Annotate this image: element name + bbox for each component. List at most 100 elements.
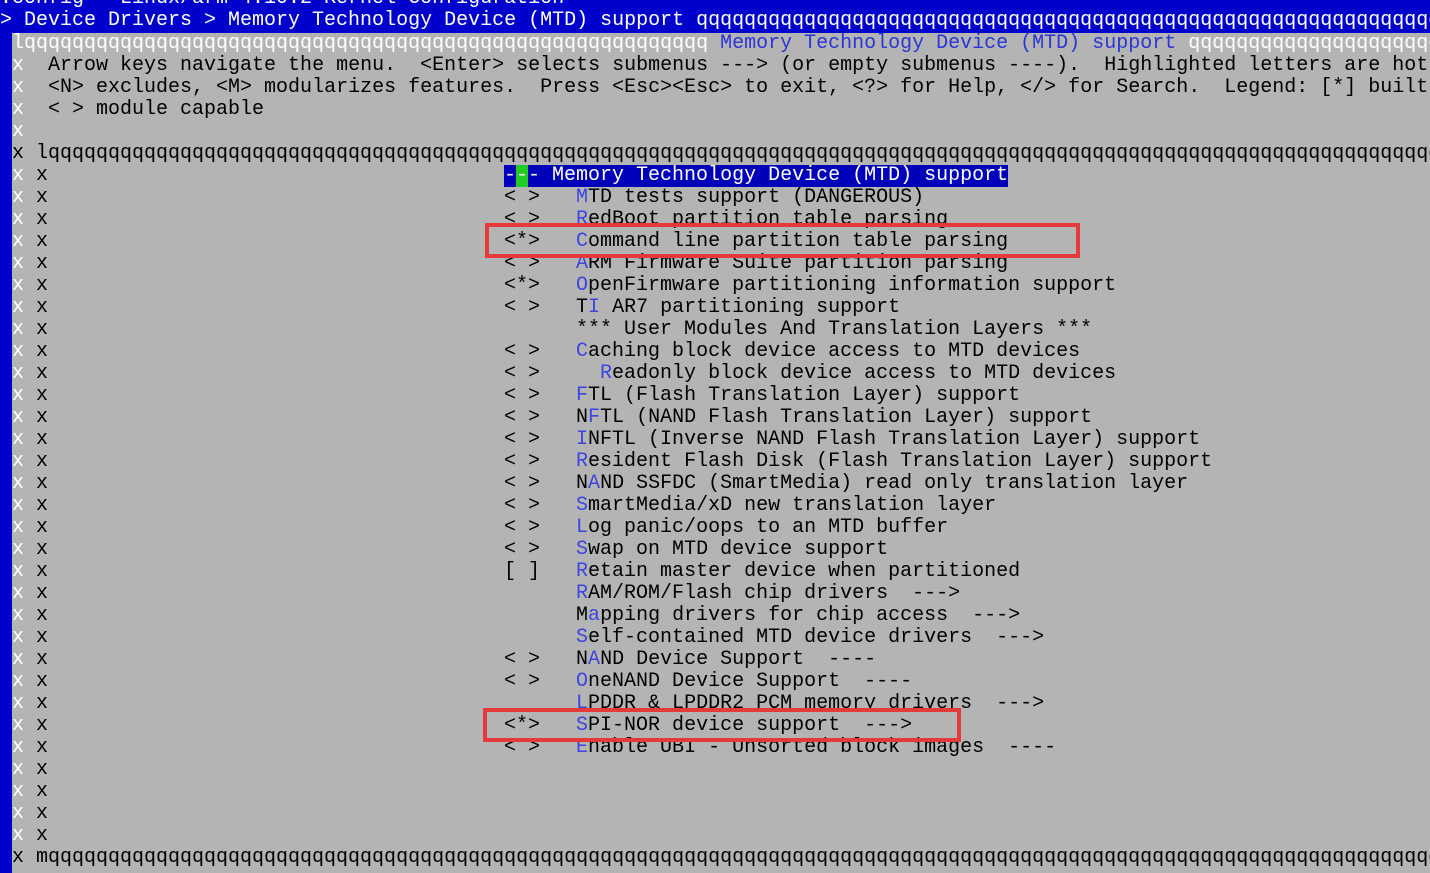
option-state[interactable] bbox=[504, 583, 552, 605]
hotkey-letter: S bbox=[576, 627, 589, 649]
menu-item[interactable]: < > Readonly block device access to MTD … bbox=[504, 363, 1116, 385]
menu-row: x x *** User Modules And Translation Lay… bbox=[12, 319, 1430, 341]
option-state[interactable]: < > bbox=[504, 385, 552, 407]
option-state[interactable]: < > bbox=[504, 341, 552, 363]
menu-item[interactable]: < > OneNAND Device Support ---- bbox=[504, 671, 912, 693]
option-state[interactable]: <*> bbox=[504, 275, 552, 297]
help-text: < > module capable bbox=[24, 99, 265, 121]
menu-item[interactable]: Mapping drivers for chip access ---> bbox=[504, 605, 1020, 627]
item-label: esident Flash Disk (Flash Translation La… bbox=[588, 451, 1213, 473]
header-label: - Memory Technology Device (MTD) support bbox=[528, 165, 1009, 187]
dialog-side-border: x bbox=[12, 231, 25, 253]
hotkey-letter: R bbox=[600, 363, 613, 385]
item-label: aching block device access to MTD device… bbox=[588, 341, 1081, 363]
option-state[interactable] bbox=[504, 605, 552, 627]
menu-row: x x < > FTL (Flash Translation Layer) sup… bbox=[12, 385, 1430, 407]
menu-side-border: x bbox=[36, 297, 49, 319]
option-state[interactable]: < > bbox=[504, 187, 552, 209]
dialog-side-border: x bbox=[12, 759, 25, 781]
menu-item[interactable]: < > FTL (Flash Translation Layer) suppor… bbox=[504, 385, 1020, 407]
menu-item[interactable]: < > MTD tests support (DANGEROUS) bbox=[504, 187, 924, 209]
hotkey-letter: A bbox=[588, 649, 601, 671]
option-state[interactable] bbox=[504, 319, 552, 341]
option-state[interactable]: < > bbox=[504, 517, 552, 539]
menu-header-selected[interactable]: --- Memory Technology Device (MTD) suppo… bbox=[504, 165, 1009, 187]
menu-item[interactable]: RAM/ROM/Flash chip drivers ---> bbox=[504, 583, 960, 605]
menu-item[interactable]: [ ] Retain master device when partitione… bbox=[504, 561, 1020, 583]
menu-side-border: x bbox=[36, 759, 49, 781]
item-label: AM/ROM/Flash chip drivers ---> bbox=[588, 583, 961, 605]
menu-item[interactable]: <*> OpenFirmware partitioning informatio… bbox=[504, 275, 1116, 297]
help-text: <N> excludes, <M> modularizes features. … bbox=[24, 77, 1430, 99]
menu-side-border: x bbox=[36, 781, 49, 803]
menu-side-border: x bbox=[36, 803, 49, 825]
option-state[interactable]: < > bbox=[504, 407, 552, 429]
menu-side-border: x bbox=[36, 319, 49, 341]
option-state[interactable]: [ ] bbox=[504, 561, 552, 583]
menu-row: x x Self-contained MTD device drivers --… bbox=[12, 627, 1430, 649]
menu-row: x x < > NAND Device Support ---- bbox=[12, 649, 1430, 671]
hotkey-letter: L bbox=[576, 517, 589, 539]
menu-row: x x Mapping drivers for chip access ---> bbox=[12, 605, 1430, 627]
menu-item[interactable]: Self-contained MTD device drivers ---> bbox=[504, 627, 1044, 649]
option-state[interactable]: < > bbox=[504, 473, 552, 495]
menu-item[interactable]: < > Caching block device access to MTD d… bbox=[504, 341, 1080, 363]
option-state[interactable]: < > bbox=[504, 671, 552, 693]
hotkey-letter: S bbox=[576, 495, 589, 517]
option-state[interactable]: < > bbox=[504, 297, 552, 319]
dialog-side-border: x bbox=[12, 165, 25, 187]
menu-row: x x < > Readonly block device access to M… bbox=[12, 363, 1430, 385]
menu-item[interactable]: < > SmartMedia/xD new translation layer bbox=[504, 495, 996, 517]
dialog-side-border: x bbox=[12, 275, 25, 297]
menu-item[interactable]: < > NAND Device Support ---- bbox=[504, 649, 876, 671]
item-label: etain master device when partitioned bbox=[588, 561, 1021, 583]
menu-row: x x --- Memory Technology Device (MTD) su… bbox=[12, 165, 1430, 187]
menu-item[interactable]: < > INFTL (Inverse NAND Flash Translatio… bbox=[504, 429, 1200, 451]
option-state[interactable]: < > bbox=[504, 451, 552, 473]
menu-row: x x < > Caching block device access to MT… bbox=[12, 341, 1430, 363]
item-label: TL (Flash Translation Layer) support bbox=[588, 385, 1021, 407]
menu-side-border: x bbox=[36, 561, 49, 583]
menu-item[interactable]: *** User Modules And Translation Layers … bbox=[504, 319, 1092, 341]
item-label: wap on MTD device support bbox=[588, 539, 889, 561]
menu-row: x x <*> OpenFirmware partitioning informa… bbox=[12, 275, 1430, 297]
item-label: *** User Modules And Translation Layers … bbox=[576, 319, 1093, 341]
option-state[interactable]: < > bbox=[504, 429, 552, 451]
dialog-side-border: x bbox=[12, 253, 25, 275]
menu-row: x x < > Resident Flash Disk (Flash Transl… bbox=[12, 451, 1430, 473]
menu-item[interactable]: < > Swap on MTD device support bbox=[504, 539, 888, 561]
option-state[interactable]: < > bbox=[504, 649, 552, 671]
menu-side-border: x bbox=[36, 341, 49, 363]
menu-row: x x < > Log panic/oops to an MTD buffer bbox=[12, 517, 1430, 539]
option-state[interactable]: < > bbox=[504, 363, 552, 385]
menu-item[interactable]: < > Resident Flash Disk (Flash Translati… bbox=[504, 451, 1212, 473]
dialog-side-border: x bbox=[12, 825, 25, 847]
menu-side-border: x bbox=[36, 627, 49, 649]
menu-row: x x bbox=[12, 759, 1430, 781]
menu-item[interactable]: < > NAND SSFDC (SmartMedia) read only tr… bbox=[504, 473, 1188, 495]
menu-side-border: x bbox=[36, 715, 49, 737]
dialog-side-border: x bbox=[12, 451, 25, 473]
option-state[interactable] bbox=[504, 627, 552, 649]
dialog-side-border: x bbox=[12, 55, 25, 77]
option-state[interactable]: < > bbox=[504, 495, 552, 517]
header-prefix: - bbox=[504, 165, 517, 187]
hotkey-letter: F bbox=[588, 407, 601, 429]
option-state[interactable]: < > bbox=[504, 539, 552, 561]
menu-item[interactable]: < > TI AR7 partitioning support bbox=[504, 297, 900, 319]
menu-item[interactable]: < > Log panic/oops to an MTD buffer bbox=[504, 517, 948, 539]
dialog-side-border: x bbox=[12, 209, 25, 231]
menuconfig-dialog: lqqqqqqqqqqqqqqqqqqqqqqqqqqqqqqqqqqqqqqq… bbox=[12, 33, 1430, 873]
dialog-side-border: x bbox=[12, 121, 25, 143]
menu-side-border: x bbox=[36, 517, 49, 539]
menu-row: x x bbox=[12, 825, 1430, 847]
menu-item[interactable]: < > NFTL (NAND Flash Translation Layer) … bbox=[504, 407, 1092, 429]
menu-side-border: x bbox=[36, 209, 49, 231]
item-label: ND SSFDC (SmartMedia) read only translat… bbox=[600, 473, 1189, 495]
